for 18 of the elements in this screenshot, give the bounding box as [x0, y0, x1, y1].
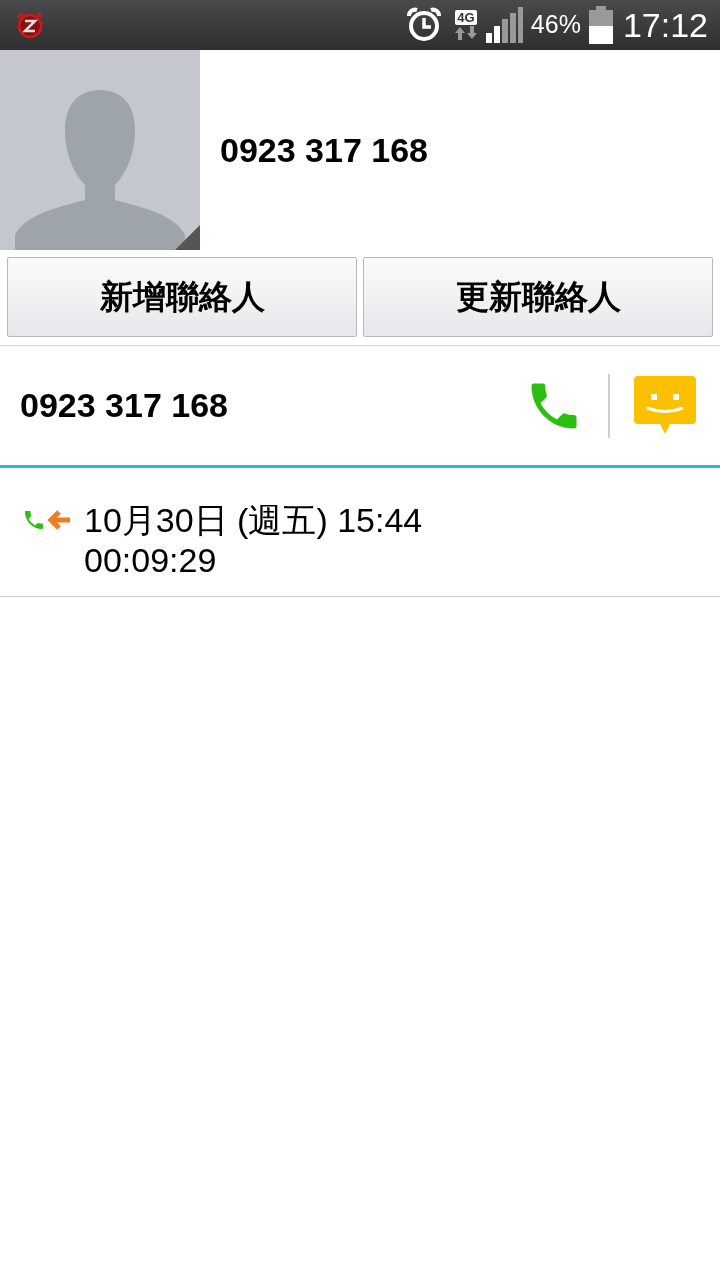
contact-title: 0923 317 168 [220, 129, 428, 171]
call-date: 10月30日 (週五) 15:44 [84, 500, 423, 540]
contact-action-button[interactable]: 新增聯絡人 [7, 257, 357, 337]
alarm-icon [404, 6, 443, 44]
contact-action-button[interactable]: 更新聯絡人 [363, 257, 713, 337]
battery-icon [588, 6, 613, 44]
signal-icon [484, 7, 523, 43]
phone-number: 0923 317 168 [20, 385, 229, 426]
incoming-arrow-icon [46, 509, 72, 531]
smiley-message-icon [634, 375, 696, 436]
phone-icon [22, 508, 46, 532]
clock-time: 17:12 [622, 4, 708, 46]
call-log-entry[interactable]: 10月30日 (週五) 15:44 00:09:29 [0, 468, 720, 596]
data-arrows-icon [452, 24, 479, 41]
call-duration: 00:09:29 [84, 540, 218, 580]
message-button[interactable] [634, 375, 696, 436]
battery-percent: 46% [530, 9, 581, 41]
network-label: 4G [455, 9, 477, 25]
